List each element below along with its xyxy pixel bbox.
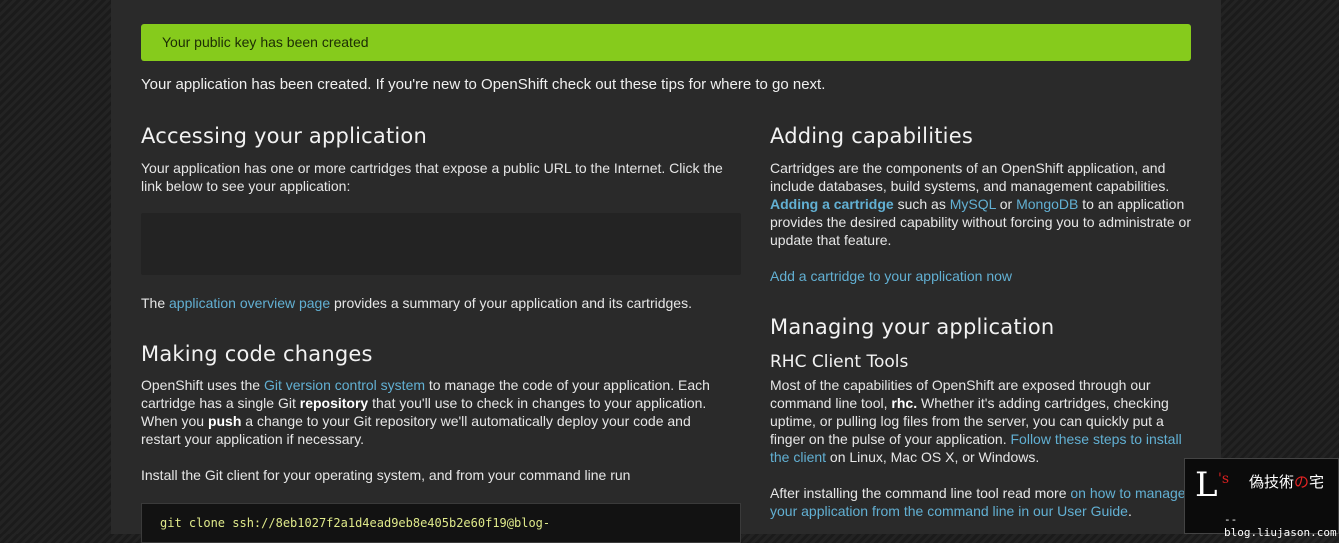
git-vcs-link[interactable]: Git version control system — [264, 377, 425, 393]
accessing-description: Your application has one or more cartrid… — [141, 160, 723, 194]
cap-text-c: or — [995, 196, 1017, 212]
intro-text: Your application has been created. If yo… — [141, 76, 826, 93]
guide-text-b: . — [1127, 503, 1132, 519]
managing-heading: Managing your application — [770, 315, 1055, 339]
rhc-bold: rhc. — [891, 395, 918, 411]
git-clone-command[interactable]: git clone ssh://8eb1027f2a1d4ead9eb8e405… — [141, 503, 741, 543]
mongodb-link[interactable]: MongoDB — [1016, 196, 1078, 212]
watermark-title-a: 偽技術 — [1249, 474, 1295, 491]
content-panel: Your public key has been created Your ap… — [111, 0, 1221, 543]
cap-text-b: such as — [893, 196, 950, 212]
alert-text: Your public key has been created — [162, 34, 369, 50]
adding-cartridge-link[interactable]: Adding a cartridge — [770, 196, 894, 212]
code-changes-paragraph: OpenShift uses the Git version control s… — [141, 376, 731, 448]
push-bold: push — [207, 413, 242, 429]
add-cartridge-now-link[interactable]: Add a cartridge to your application now — [770, 268, 1012, 284]
application-overview-link[interactable]: application overview page — [169, 295, 330, 311]
watermark-domain: --blog.liujason.com — [1224, 513, 1337, 539]
watermark-logo-letter: L — [1195, 465, 1218, 505]
right-column: Adding capabilities Cartridges are the c… — [770, 124, 1200, 519]
user-guide-paragraph: After installing the command line tool r… — [770, 484, 1195, 520]
accessing-heading: Accessing your application — [141, 124, 427, 148]
repository-bold: repository — [299, 395, 369, 411]
watermark-logo-apostrophe: 's — [1218, 471, 1230, 487]
overview-prefix: The — [141, 295, 170, 311]
capabilities-heading: Adding capabilities — [770, 124, 973, 148]
code-text-a: OpenShift uses the — [141, 377, 264, 393]
watermark-title-b: の — [1294, 474, 1310, 491]
rhc-client-tools-heading: RHC Client Tools — [770, 352, 909, 372]
left-column: Accessing your application Your applicat… — [141, 124, 741, 543]
add-cartridge-paragraph: Add a cartridge to your application now — [770, 267, 1012, 285]
overview-paragraph: The application overview page provides a… — [141, 294, 741, 312]
success-alert: Your public key has been created — [141, 24, 1191, 61]
guide-text-a: After installing the command line tool r… — [770, 485, 1071, 501]
cap-text-a: Cartridges are the components of an Open… — [770, 160, 1170, 194]
rhc-paragraph: Most of the capabilities of OpenShift ar… — [770, 376, 1195, 466]
blog-watermark: L 's 偽技術の宅 --blog.liujason.com — [1184, 458, 1339, 539]
code-changes-heading: Making code changes — [141, 342, 373, 366]
capabilities-paragraph: Cartridges are the components of an Open… — [770, 159, 1195, 249]
overview-suffix: provides a summary of your application a… — [330, 295, 692, 311]
watermark-title: 偽技術の宅 — [1249, 471, 1324, 492]
application-url-box — [141, 213, 741, 275]
install-git-text: Install the Git client for your operatin… — [141, 467, 631, 483]
mysql-link[interactable]: MySQL — [950, 196, 996, 212]
rhc-text-c: on Linux, Mac OS X, or Windows. — [826, 449, 1040, 465]
watermark-title-c: 宅 — [1309, 474, 1325, 491]
